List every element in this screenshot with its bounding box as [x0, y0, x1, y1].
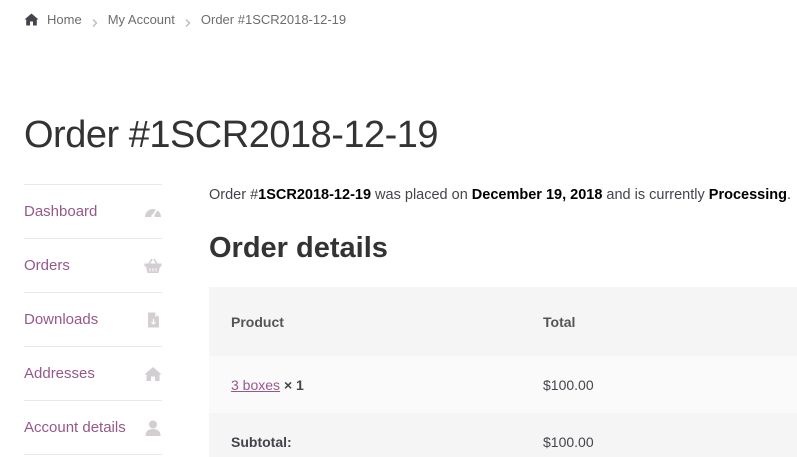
subtotal-value: $100.00: [543, 433, 594, 450]
product-link[interactable]: 3 boxes: [231, 377, 280, 393]
order-details-table: Product Total 3 boxes × 1 $100.00 Subtot…: [209, 287, 797, 457]
basket-icon: [144, 258, 162, 274]
home-icon: [144, 366, 162, 382]
table-header-row: Product Total: [209, 287, 797, 356]
nav-item-label: Addresses: [24, 365, 95, 382]
nav-item-orders[interactable]: Orders: [24, 239, 162, 293]
file-icon: [144, 312, 162, 328]
nav-item-downloads[interactable]: Downloads: [24, 293, 162, 347]
column-header-total: Total: [543, 313, 576, 330]
dashboard-gauge-icon: [144, 204, 162, 220]
intro-end: .: [786, 187, 791, 203]
home-icon[interactable]: [24, 13, 39, 26]
nav-item-label: Account details: [24, 419, 126, 436]
breadcrumb-my-account-link[interactable]: My Account: [108, 12, 175, 27]
order-status: Processing: [708, 187, 787, 203]
chevron-right-icon: [92, 15, 98, 27]
breadcrumb: Home My Account Order #1SCR2018-12-19: [24, 10, 346, 28]
breadcrumb-current: Order #1SCR2018-12-19: [200, 11, 347, 27]
nav-item-account-details[interactable]: Account details: [24, 401, 162, 455]
subtotal-label: Subtotal:: [231, 433, 292, 450]
chevron-right-icon: [185, 15, 191, 27]
nav-item-addresses[interactable]: Addresses: [24, 347, 162, 401]
breadcrumb-home-link[interactable]: Home: [47, 12, 82, 27]
nav-item-label: Downloads: [24, 311, 99, 328]
order-number: 1SCR2018-12-19: [258, 187, 372, 203]
intro-prefix: Order #: [209, 187, 259, 203]
product-quantity: × 1: [283, 376, 304, 393]
intro-status: and is currently: [602, 187, 709, 203]
order-details-heading: Order details: [209, 232, 388, 264]
product-cell: 3 boxes × 1: [209, 377, 521, 393]
user-icon: [144, 420, 162, 436]
table-row: 3 boxes × 1 $100.00: [209, 356, 797, 413]
account-navigation: Dashboard Orders Downloads Addresses Acc…: [24, 184, 162, 455]
page-title: Order #1SCR2018-12-19: [24, 114, 439, 156]
nav-item-label: Orders: [24, 257, 70, 274]
subtotal-row: Subtotal: $100.00: [209, 413, 797, 457]
nav-item-label: Dashboard: [24, 203, 98, 220]
product-total: $100.00: [543, 376, 594, 393]
order-intro: Order #1SCR2018-12-19 was placed on Dece…: [209, 187, 791, 203]
intro-placed: was placed on: [371, 187, 472, 203]
order-date: December 19, 2018: [471, 187, 603, 203]
column-header-product: Product: [231, 313, 284, 330]
nav-item-dashboard[interactable]: Dashboard: [24, 185, 162, 239]
